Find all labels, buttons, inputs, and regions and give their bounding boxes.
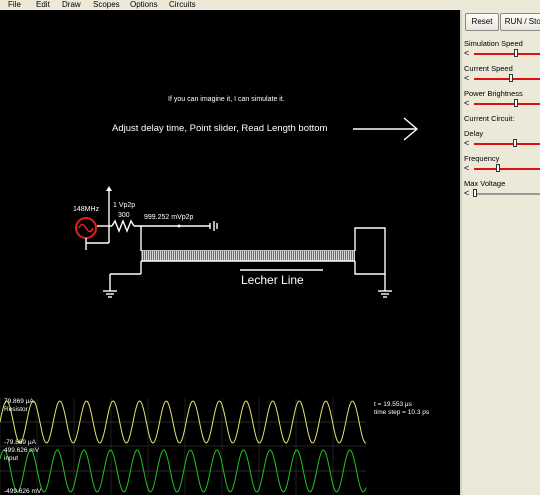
circuit-schematic xyxy=(75,117,419,298)
menu-scopes[interactable]: Scopes xyxy=(91,0,122,10)
simulation-speed-label: Simulation Speed xyxy=(464,39,523,48)
circuit-canvas[interactable]: If you can imagine it, I can simulate it… xyxy=(0,10,460,495)
slider-thumb[interactable] xyxy=(496,164,501,172)
slider-left-icon: < xyxy=(464,163,470,173)
trace2-min: -79.869 µA xyxy=(4,439,36,446)
probe-point[interactable] xyxy=(177,224,181,228)
slider-left-icon: < xyxy=(464,73,470,83)
slider-thumb[interactable] xyxy=(513,99,518,107)
current-circuit-label: Current Circuit: xyxy=(464,114,515,123)
menu-draw[interactable]: Draw xyxy=(60,0,83,10)
scope-time: t = 19.553 µs xyxy=(374,401,412,408)
slider-thumb[interactable] xyxy=(473,189,477,197)
current-speed-label: Current Speed xyxy=(464,64,513,73)
scope-panel[interactable]: 79.869 µA Resistor -79.869 µA 499.626 mV… xyxy=(0,398,460,495)
voltage-arrow-icon xyxy=(106,186,112,191)
trace1-value: 79.869 µA xyxy=(4,398,34,405)
menu-options[interactable]: Options xyxy=(128,0,160,10)
scope-time-step: time step = 10.3 ps xyxy=(374,409,430,416)
resistor-icon xyxy=(111,219,135,233)
slider-left-icon: < xyxy=(464,48,470,58)
menu-edit[interactable]: Edit xyxy=(34,0,52,10)
trace2-max: 499.626 mV xyxy=(4,447,40,454)
run-stop-button[interactable]: RUN / Stop xyxy=(500,13,540,31)
trace1-name: Resistor xyxy=(4,406,28,413)
slider-left-icon: < xyxy=(464,98,470,108)
frequency-slider[interactable]: < xyxy=(464,163,540,173)
power-brightness-slider[interactable]: < xyxy=(464,98,540,108)
current-speed-slider[interactable]: < xyxy=(464,73,540,83)
trace2-bottom: -499.626 mV xyxy=(4,488,42,495)
menu-circuits[interactable]: Circuits xyxy=(167,0,198,10)
line-termination xyxy=(354,227,386,275)
reset-button[interactable]: Reset xyxy=(465,13,499,31)
delay-label: Delay xyxy=(464,129,484,138)
lecher-line[interactable] xyxy=(141,251,355,261)
slider-thumb[interactable] xyxy=(513,49,518,57)
slider-left-icon: < xyxy=(464,188,470,198)
sine-wave-icon xyxy=(78,223,94,233)
simulation-speed-slider[interactable]: < xyxy=(464,48,540,58)
frequency-label: Frequency xyxy=(464,154,500,163)
power-brightness-label: Power Brightness xyxy=(464,89,523,98)
max-voltage-slider[interactable]: < xyxy=(464,188,540,198)
slider-thumb[interactable] xyxy=(509,74,514,82)
ground-icon xyxy=(103,290,392,298)
trace2-name: input xyxy=(4,455,19,462)
menu-bar: File Edit Draw Scopes Options Circuits xyxy=(0,0,540,10)
control-sidebar: Reset RUN / Stop Simulation Speed < Curr… xyxy=(460,10,540,495)
menu-file[interactable]: File xyxy=(6,0,23,10)
slider-left-icon: < xyxy=(464,138,470,148)
slider-thumb[interactable] xyxy=(512,139,517,147)
delay-slider[interactable]: < xyxy=(464,138,540,148)
max-voltage-label: Max Voltage xyxy=(464,179,506,188)
